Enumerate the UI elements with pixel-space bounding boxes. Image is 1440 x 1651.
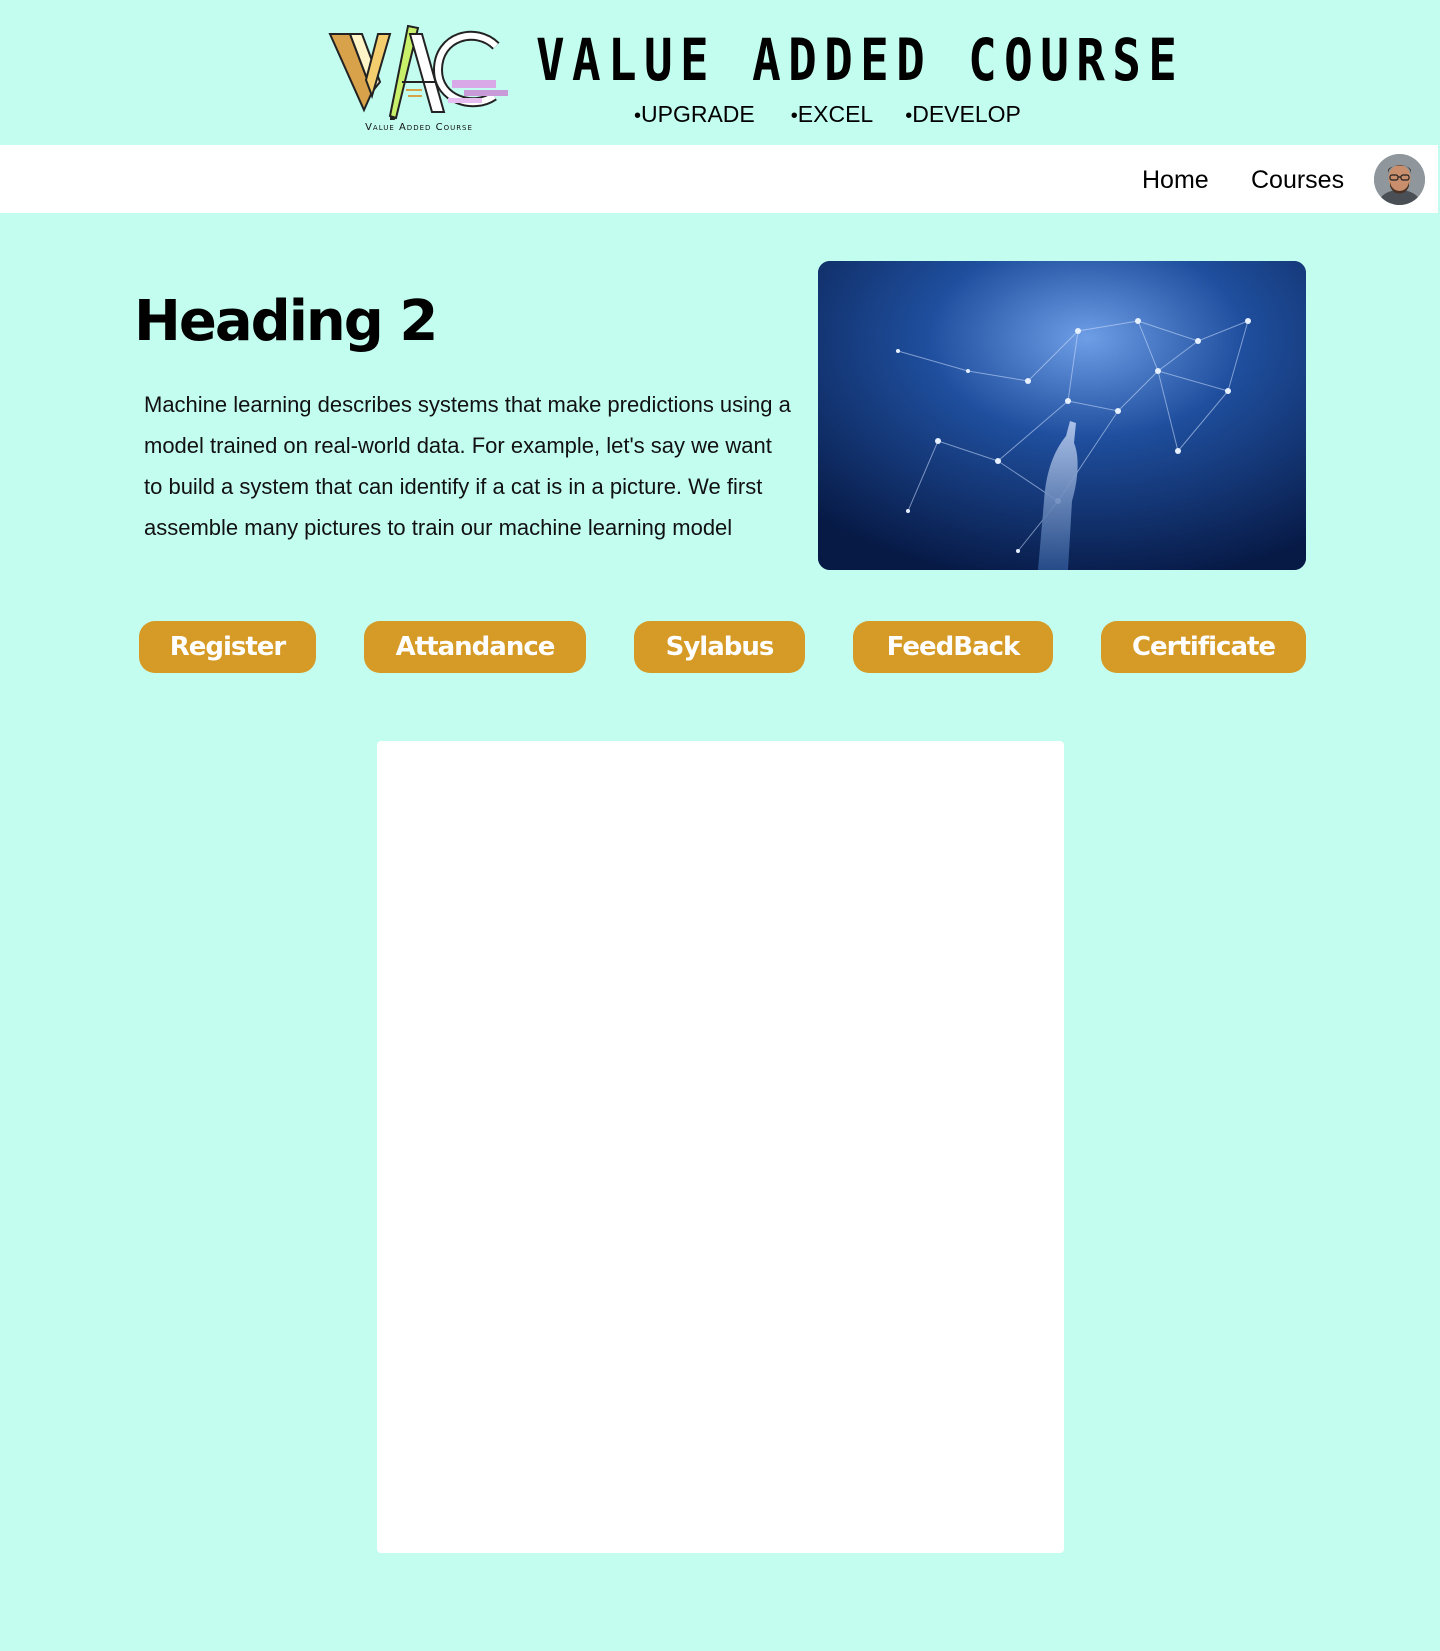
syllabus-button[interactable]: Sylabus (634, 621, 805, 673)
tagline-develop: •DEVELOP (905, 98, 1021, 132)
bullet-icon: • (790, 105, 798, 127)
hero-graphic (818, 261, 1306, 570)
avatar-graphic (1374, 154, 1425, 205)
tagline-text: EXCEL (797, 101, 874, 127)
vac-logo-icon[interactable]: Value Added Course (326, 20, 512, 136)
content-panel (377, 741, 1064, 1553)
nav-link-home[interactable]: Home (1142, 165, 1209, 195)
nav-link-courses[interactable]: Courses (1251, 165, 1344, 195)
page-heading: Heading 2 (134, 289, 438, 354)
tagline-upgrade: •UPGRADE (634, 98, 755, 132)
taglines: •UPGRADE •EXCEL •DEVELOP (634, 98, 1021, 132)
logo-caption: Value Added Course (365, 122, 473, 133)
bullet-icon: • (634, 105, 642, 127)
page-description: Machine learning describes systems that … (144, 392, 791, 540)
site-title: VALUE ADDED COURSE (536, 26, 1185, 94)
vac-logo-graphic (328, 24, 508, 120)
tagline-text: UPGRADE (641, 101, 755, 127)
register-button[interactable]: Register (139, 621, 316, 673)
certificate-button[interactable]: Certificate (1101, 621, 1306, 673)
ai-network-hand-image (818, 261, 1306, 570)
tagline-excel: •EXCEL (791, 98, 873, 132)
attendance-button[interactable]: Attandance (364, 621, 586, 673)
feedback-button[interactable]: FeedBack (853, 621, 1053, 673)
tagline-text: DEVELOP (912, 101, 1021, 127)
site-header: Value Added Course VALUE ADDED COURSE •U… (0, 0, 1440, 145)
user-avatar-icon[interactable] (1374, 154, 1425, 205)
top-navbar: Home Courses (0, 145, 1438, 213)
